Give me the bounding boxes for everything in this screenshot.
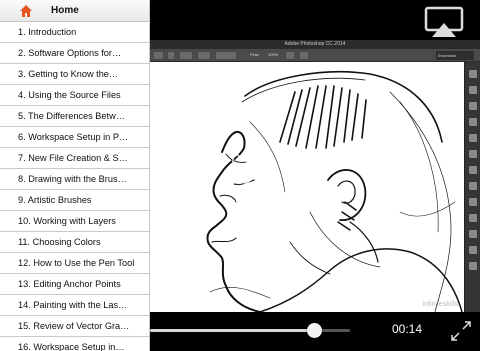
seek-thumb[interactable] bbox=[307, 323, 322, 338]
chapter-item[interactable]: 7. New File Creation & S… bbox=[0, 148, 149, 169]
chapter-item[interactable]: 16. Workspace Setup in… bbox=[0, 337, 149, 351]
play-icon[interactable] bbox=[230, 150, 266, 194]
rewind-icon[interactable] bbox=[152, 163, 192, 189]
player-screen: Adobe Photoshop CC 2014 Flow: 100% Essen… bbox=[0, 0, 480, 351]
home-icon bbox=[20, 5, 32, 17]
chapter-label: 12. How to Use the Pen Tool bbox=[18, 258, 135, 268]
home-label: Home bbox=[51, 5, 79, 16]
chapter-label: 14. Painting with the Las… bbox=[18, 300, 128, 310]
chapter-item[interactable]: 11. Choosing Colors bbox=[0, 232, 149, 253]
chapter-item[interactable]: 8. Drawing with the Brus… bbox=[0, 169, 149, 190]
options-bar: Flow: 100% Essentials bbox=[150, 49, 480, 62]
chapter-item[interactable]: 12. How to Use the Pen Tool bbox=[0, 253, 149, 274]
chapter-label: 11. Choosing Colors bbox=[18, 237, 101, 247]
chapter-item[interactable]: 10. Working with Layers bbox=[0, 211, 149, 232]
seek-progress bbox=[150, 329, 314, 332]
chapter-label: 5. The Differences Betw… bbox=[18, 111, 125, 121]
chapter-label: 15. Review of Vector Gra… bbox=[18, 321, 130, 331]
chapter-item[interactable]: 3. Getting to Know the… bbox=[0, 64, 149, 85]
chapter-item[interactable]: 9. Artistic Brushes bbox=[0, 190, 149, 211]
elapsed-time: 00:14 bbox=[392, 322, 423, 336]
chapter-item[interactable]: 5. The Differences Betw… bbox=[0, 106, 149, 127]
workspace-select: Essentials bbox=[436, 51, 474, 60]
flow-value: 100% bbox=[268, 52, 279, 57]
photoshop-title: Adobe Photoshop CC 2014 bbox=[150, 40, 480, 49]
chapter-menu: Home 1. Introduction 2. Software Options … bbox=[0, 0, 150, 351]
chapter-item[interactable]: 14. Painting with the Las… bbox=[0, 295, 149, 316]
fullscreen-icon[interactable] bbox=[450, 320, 472, 342]
watermark: infiniteskills bbox=[422, 301, 458, 308]
chapter-label: 6. Workspace Setup in P… bbox=[18, 132, 129, 142]
chapter-label: 8. Drawing with the Brus… bbox=[18, 174, 127, 184]
chapter-label: 3. Getting to Know the… bbox=[18, 69, 119, 79]
tool-panel bbox=[464, 62, 480, 312]
chapter-label: 4. Using the Source Files bbox=[18, 90, 121, 100]
home-button[interactable]: Home bbox=[0, 0, 149, 22]
chapter-label: 9. Artistic Brushes bbox=[18, 195, 92, 205]
chapter-item[interactable]: 2. Software Options for… bbox=[0, 43, 149, 64]
chapter-item[interactable]: 15. Review of Vector Gra… bbox=[0, 316, 149, 337]
chapter-item[interactable]: 6. Workspace Setup in P… bbox=[0, 127, 149, 148]
chapter-label: 1. Introduction bbox=[18, 27, 77, 37]
chapter-item[interactable]: 13. Editing Anchor Points bbox=[0, 274, 149, 295]
airplay-icon[interactable] bbox=[424, 6, 464, 38]
chapter-list: 1. Introduction 2. Software Options for… 3… bbox=[0, 22, 149, 351]
chapter-label: 7. New File Creation & S… bbox=[18, 153, 128, 163]
chapter-item[interactable]: 4. Using the Source Files bbox=[0, 85, 149, 106]
flow-label: Flow: bbox=[250, 52, 260, 57]
fast-forward-icon[interactable] bbox=[290, 163, 330, 189]
chapter-label: 2. Software Options for… bbox=[18, 48, 122, 58]
chapter-label: 10. Working with Layers bbox=[18, 216, 116, 226]
chapter-label: 13. Editing Anchor Points bbox=[18, 279, 121, 289]
chapter-label: 16. Workspace Setup in… bbox=[18, 342, 125, 351]
chapter-item[interactable]: 1. Introduction bbox=[0, 22, 149, 43]
seek-bar[interactable] bbox=[150, 323, 350, 338]
